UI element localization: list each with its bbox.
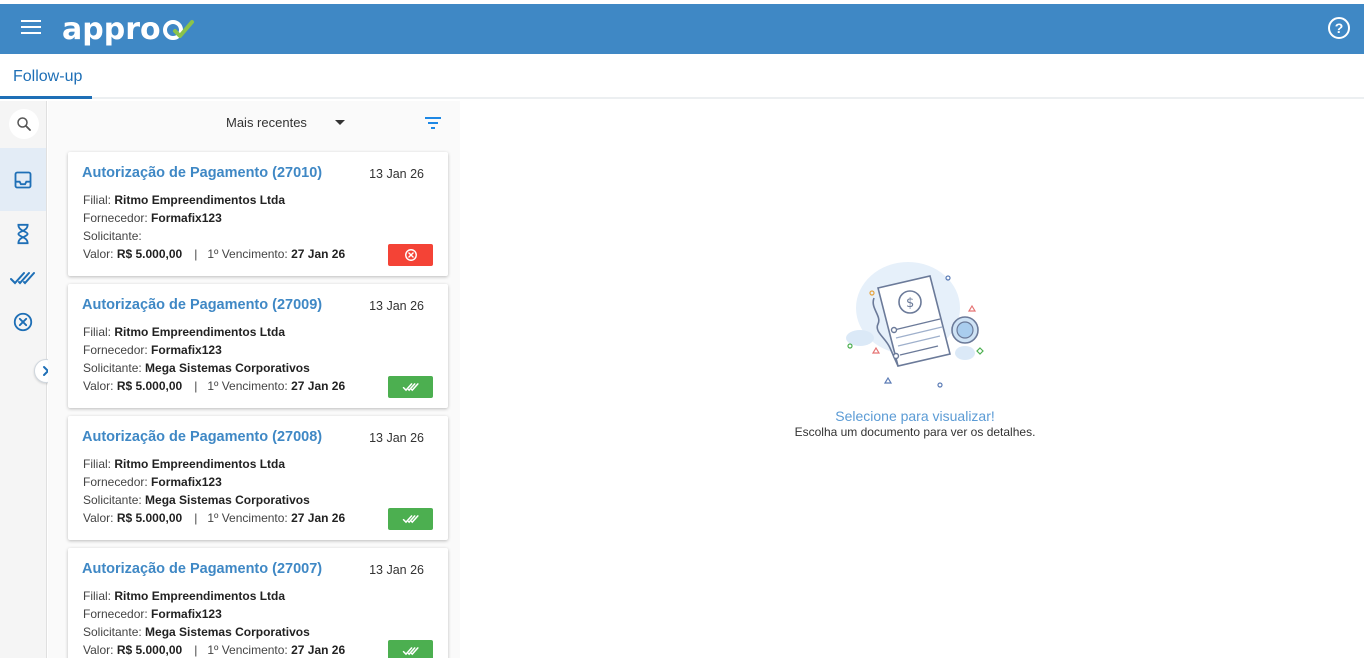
tab-follow-up[interactable]: Follow-up [0,54,92,99]
card-valor: Valor: R$ 5.000,00 | 1º Vencimento: 27 Jan… [83,511,346,525]
card-title[interactable]: Autorização de Pagamento (27008) [82,429,322,445]
cancel-circle-icon [404,249,417,261]
card-filial: Filial: Ritmo Empreendimentos Ltda [83,457,286,471]
document-card[interactable]: Autorização de Pagamento (27007) 13 Jan … [68,548,448,658]
document-list: Mais recentes Autorização de Pagamento (… [48,101,460,658]
card-fornecedor: Fornecedor: Formafix123 [83,211,222,225]
rail-item-approved[interactable] [0,258,46,298]
double-check-icon [10,272,35,285]
status-badge-rejected [388,244,433,266]
svg-text:$: $ [906,296,914,311]
empty-state-subtitle: Escolha um documento para ver os detalhe… [794,425,1036,439]
card-solicitante: Solicitante: Mega Sistemas Corporativos [83,625,310,639]
sort-dropdown[interactable]: Mais recentes [226,115,345,130]
caret-down-icon [334,120,345,125]
card-date: 13 Jan 26 [369,563,424,577]
document-card[interactable]: Autorização de Pagamento (27008) 13 Jan … [68,416,448,540]
double-check-icon [402,515,419,524]
document-illustration: $ [846,262,984,388]
card-title[interactable]: Autorização de Pagamento (27010) [82,165,322,181]
search-icon[interactable] [9,109,39,139]
logo: appro [62,11,195,47]
help-icon[interactable]: ? [1328,17,1350,39]
card-fornecedor: Fornecedor: Formafix123 [83,343,222,357]
logo-check-mark [162,20,194,40]
side-rail [0,101,58,658]
logo-text: appro [62,11,161,47]
cancel-circle-icon [13,312,33,332]
document-card[interactable]: Autorização de Pagamento (27010) 13 Jan … [68,152,448,276]
card-date: 13 Jan 26 [369,167,424,181]
card-filial: Filial: Ritmo Empreendimentos Ltda [83,589,286,603]
status-badge-approved [388,640,433,658]
status-badge-approved [388,508,433,530]
rail-item-inbox[interactable] [0,148,46,211]
card-solicitante: Solicitante: Mega Sistemas Corporativos [83,361,310,375]
card-fornecedor: Fornecedor: Formafix123 [83,475,222,489]
empty-state-title: Selecione para visualizar! [835,408,995,424]
card-date: 13 Jan 26 [369,299,424,313]
double-check-icon [402,383,419,392]
card-valor: Valor: R$ 5.000,00 | 1º Vencimento: 27 Jan… [83,643,346,657]
card-filial: Filial: Ritmo Empreendimentos Ltda [83,325,286,339]
card-solicitante: Solicitante: [83,229,142,243]
card-title[interactable]: Autorização de Pagamento (27007) [82,561,322,577]
menu-icon[interactable] [18,16,44,42]
tab-bar: Follow-up [0,54,1364,99]
card-valor: Valor: R$ 5.000,00 | 1º Vencimento: 27 Jan… [83,379,346,393]
filter-icon[interactable] [424,115,442,131]
rail-item-pending[interactable] [0,214,46,254]
sort-label: Mais recentes [226,115,307,130]
status-badge-approved [388,376,433,398]
inbox-icon [14,171,32,188]
card-title[interactable]: Autorização de Pagamento (27009) [82,297,322,313]
document-card[interactable]: Autorização de Pagamento (27009) 13 Jan … [68,284,448,408]
card-date: 13 Jan 26 [369,431,424,445]
double-check-icon [402,647,419,656]
card-fornecedor: Fornecedor: Formafix123 [83,607,222,621]
hourglass-icon [17,223,29,245]
app-header: appro ? [0,4,1364,54]
card-solicitante: Solicitante: Mega Sistemas Corporativos [83,493,310,507]
card-filial: Filial: Ritmo Empreendimentos Ltda [83,193,286,207]
rail-item-rejected[interactable] [0,302,46,342]
card-valor: Valor: R$ 5.000,00 | 1º Vencimento: 27 Jan… [83,247,346,261]
empty-state: $ Selecione para visualizar! Escolha um … [790,258,1050,458]
